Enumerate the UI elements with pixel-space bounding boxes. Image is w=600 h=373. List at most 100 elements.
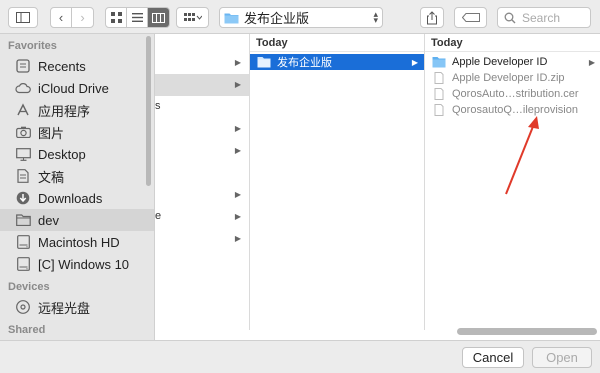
truncated-glyph: s: [155, 100, 161, 112]
chevron-right-icon: ›: [80, 10, 85, 25]
list-view-button[interactable]: [127, 8, 148, 27]
chevron-right-icon: ▶: [234, 146, 241, 155]
disk-icon: [15, 234, 31, 250]
file-icon: [434, 104, 444, 116]
list-item-label: 发布企业版: [277, 57, 332, 69]
sidebar-item-icloud-drive[interactable]: iCloud Drive: [0, 77, 154, 99]
chevron-right-icon: ▶: [234, 124, 241, 133]
sidebar-item-label: 图片: [38, 125, 65, 141]
sidebar-item-label: iCloud Drive: [38, 80, 109, 96]
sidebar: Favorites Recents iCloud Drive 应用程序图片 Deskt…: [0, 34, 154, 340]
sidebar-item-label: dev: [38, 212, 59, 228]
sidebar-item[interactable]: 远程光盘: [0, 296, 154, 318]
sidebar-item[interactable]: 图片: [0, 121, 154, 143]
tags-button[interactable]: [454, 7, 487, 28]
sidebar-item-label: Recents: [38, 58, 86, 74]
sidebar-section-favorites: Favorites: [8, 40, 57, 52]
optical-disc-icon: [15, 299, 31, 315]
path-popup-label: 发布企业版: [244, 11, 310, 26]
sidebar-item[interactable]: 应用程序: [0, 99, 154, 121]
back-button[interactable]: ‹: [51, 8, 72, 27]
file-icon: [434, 72, 444, 84]
list-item[interactable]: ▶: [155, 140, 249, 162]
share-button[interactable]: [420, 7, 444, 28]
list-item-label: QorosAuto…stribution.cer: [452, 88, 579, 100]
list-item[interactable]: QorosautoQ…ileprovision: [425, 102, 600, 118]
list-item[interactable]: ▶: [155, 118, 249, 140]
search-placeholder: Search: [522, 10, 561, 25]
grid-icon: [110, 12, 122, 23]
sidebar-item-dev[interactable]: dev: [0, 209, 154, 231]
sidebar-item-label: Macintosh HD: [38, 234, 120, 250]
list-icon: [131, 13, 143, 22]
columns-icon: [152, 12, 165, 23]
document-icon: [15, 168, 31, 184]
horizontal-scrollbar[interactable]: [457, 328, 597, 335]
arrange-grid-icon: [183, 12, 202, 21]
search-icon: [504, 12, 516, 23]
list-item[interactable]: ▶: [155, 74, 249, 96]
sidebar-section-devices: Devices: [8, 281, 50, 293]
sidebar-scrollbar[interactable]: [146, 36, 151, 186]
list-item[interactable]: QorosAuto…stribution.cer: [425, 86, 600, 102]
folder-icon: [432, 57, 446, 68]
list-item[interactable]: ▶: [155, 184, 249, 206]
sidebar-section-shared: Shared: [8, 324, 46, 336]
list-item[interactable]: 发布企业版 ▶: [250, 54, 424, 70]
list-item[interactable]: Apple Developer ID ▶: [425, 54, 600, 70]
list-item[interactable]: e ▶: [155, 206, 249, 228]
icon-view-button[interactable]: [106, 8, 127, 27]
list-item[interactable]: [155, 162, 249, 184]
dialog-button-bar: Cancel Open: [0, 340, 600, 373]
sidebar-item-desktop[interactable]: Desktop: [0, 143, 154, 165]
list-item-label: Apple Developer ID.zip: [452, 72, 565, 84]
column-parent: ▶ ▶ s ▶ ▶ ▶ e ▶ ▶: [155, 34, 250, 330]
column-release: Today Apple Developer ID ▶ Apple Developer…: [425, 34, 600, 330]
list-item[interactable]: s: [155, 96, 249, 118]
sidebar-item-label: 应用程序: [38, 103, 91, 119]
truncated-glyph: e: [155, 210, 162, 222]
sidebar-item-c-windows-10[interactable]: [C] Windows 10: [0, 253, 154, 275]
view-mode-control: [105, 7, 170, 28]
list-item-label: QorosautoQ…ileprovision: [452, 104, 578, 116]
sidebar-item-label: Downloads: [38, 190, 103, 206]
search-field[interactable]: Search: [497, 7, 591, 28]
column-release-list: Apple Developer ID ▶ Apple Developer ID.zi…: [425, 52, 600, 118]
list-item[interactable]: ▶: [155, 228, 249, 250]
column-header: Today: [425, 34, 600, 52]
forward-button[interactable]: ›: [72, 8, 93, 27]
chevron-right-icon: ▶: [234, 212, 241, 221]
back-forward-control: ‹ ›: [50, 7, 94, 28]
chevron-right-icon: ▶: [234, 80, 241, 89]
arrange-button[interactable]: [176, 7, 209, 28]
applications-icon: [15, 102, 31, 118]
sidebar-toggle-button[interactable]: [8, 7, 38, 28]
folder-icon: [15, 212, 31, 228]
column-header: Today: [250, 34, 424, 52]
list-item[interactable]: ▶: [155, 52, 249, 74]
sidebar-item-macintosh-hd[interactable]: Macintosh HD: [0, 231, 154, 253]
list-item-label: Apple Developer ID: [452, 56, 548, 68]
path-popup[interactable]: 发布企业版 ▴ ▾: [219, 7, 383, 28]
sidebar-item-recents[interactable]: Recents: [0, 55, 154, 77]
cancel-button[interactable]: Cancel: [462, 347, 524, 368]
column-browser: ▶ ▶ s ▶ ▶ ▶ e ▶ ▶ Today 发布企业版 ▶ Today Appl…: [154, 34, 600, 340]
sidebar-item-label: [C] Windows 10: [38, 256, 130, 272]
list-item[interactable]: Apple Developer ID.zip: [425, 70, 600, 86]
folder-icon: [224, 13, 239, 23]
open-button[interactable]: Open: [532, 347, 592, 368]
sidebar-item-downloads[interactable]: Downloads: [0, 187, 154, 209]
column-view-button[interactable]: [148, 8, 169, 27]
chevron-updown-icon: ▴ ▾: [373, 9, 378, 25]
chevron-right-icon: ▶: [234, 58, 241, 67]
share-icon: [427, 10, 437, 24]
recents-icon: [15, 58, 31, 74]
sidebar-item-label: Desktop: [38, 146, 86, 162]
chevron-right-icon: ▶: [234, 190, 241, 199]
desktop-icon: [15, 146, 31, 162]
chevron-right-icon: ▶: [234, 234, 241, 243]
folder-icon: [257, 57, 271, 68]
chevron-right-icon: ▶: [411, 57, 418, 67]
download-icon: [15, 190, 31, 206]
sidebar-item[interactable]: 文稿: [0, 165, 154, 187]
